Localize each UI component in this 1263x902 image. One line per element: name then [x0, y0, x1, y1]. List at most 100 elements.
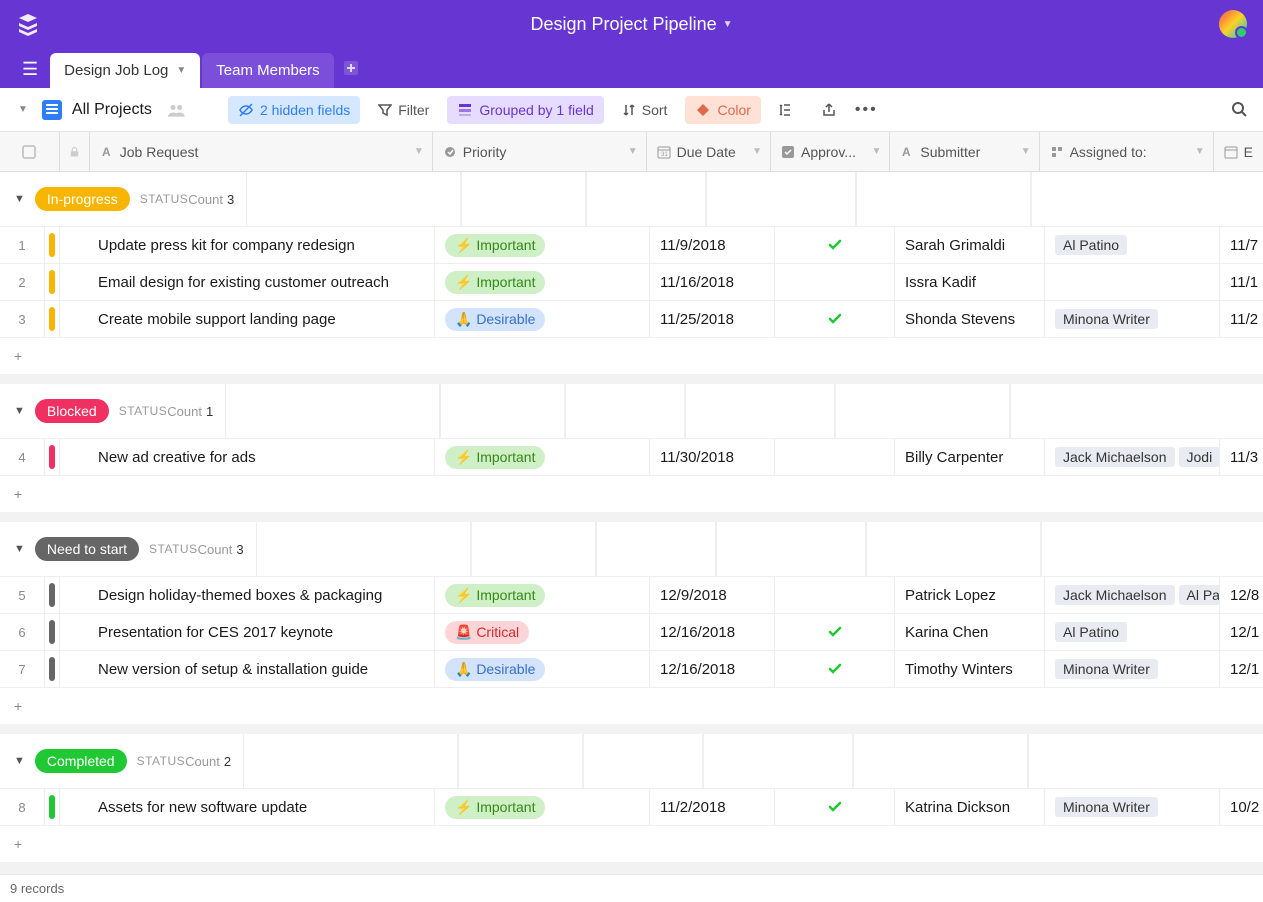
cell-priority[interactable]: 🚨 Critical — [435, 614, 650, 650]
table-row[interactable]: 1 Update press kit for company redesign … — [0, 227, 1263, 264]
assignee-chip[interactable]: Al Patino — [1055, 622, 1127, 642]
column-approved[interactable]: Approv... ▼ — [771, 132, 890, 171]
cell-priority[interactable]: 🙏 Desirable — [435, 651, 650, 687]
table-row[interactable]: 3 Create mobile support landing page 🙏 D… — [0, 301, 1263, 338]
add-row-button[interactable]: + — [0, 476, 1263, 512]
cell-assigned[interactable]: Jack Michaelson Jodi — [1045, 439, 1220, 475]
select-all-checkbox[interactable] — [0, 132, 60, 171]
menu-icon[interactable]: ☰ — [12, 51, 48, 88]
column-extra[interactable]: E — [1214, 132, 1263, 171]
group-header[interactable]: ▼ Completed STATUS Count2 — [0, 734, 1263, 789]
cell-priority[interactable]: 🙏 Desirable — [435, 301, 650, 337]
cell-approved[interactable] — [775, 789, 895, 825]
assignee-chip[interactable]: Minona Writer — [1055, 309, 1158, 329]
cell-priority[interactable]: ⚡ Important — [435, 789, 650, 825]
column-assigned-to[interactable]: Assigned to: ▼ — [1040, 132, 1214, 171]
cell-approved[interactable] — [775, 227, 895, 263]
add-row-button[interactable]: + — [0, 826, 1263, 862]
table-row[interactable]: 6 Presentation for CES 2017 keynote 🚨 Cr… — [0, 614, 1263, 651]
cell-submitter[interactable]: Katrina Dickson — [895, 789, 1045, 825]
cell-due-date[interactable]: 11/9/2018 — [650, 227, 775, 263]
row-height-button[interactable] — [771, 96, 803, 124]
search-icon[interactable] — [1231, 101, 1249, 119]
cell-assigned[interactable]: Al Patino — [1045, 614, 1220, 650]
assignee-chip[interactable]: Al Pa — [1179, 585, 1221, 605]
hidden-fields-button[interactable]: 2 hidden fields — [228, 96, 360, 124]
cell-assigned[interactable]: Minona Writer — [1045, 301, 1220, 337]
add-tab-button[interactable] — [336, 53, 366, 88]
cell-submitter[interactable]: Timothy Winters — [895, 651, 1045, 687]
cell-job-request[interactable]: New ad creative for ads — [60, 439, 435, 475]
table-row[interactable]: 5 Design holiday-themed boxes & packagin… — [0, 577, 1263, 614]
cell-due-date[interactable]: 12/9/2018 — [650, 577, 775, 613]
assignee-chip[interactable]: Jodi — [1179, 447, 1221, 467]
grouped-button[interactable]: Grouped by 1 field — [447, 96, 603, 124]
cell-submitter[interactable]: Issra Kadif — [895, 264, 1045, 300]
cell-due-date[interactable]: 11/30/2018 — [650, 439, 775, 475]
cell-approved[interactable] — [775, 614, 895, 650]
color-button[interactable]: Color — [685, 96, 760, 124]
table-row[interactable]: 4 New ad creative for ads ⚡ Important 11… — [0, 439, 1263, 476]
group-header[interactable]: ▼ Blocked STATUS Count1 — [0, 384, 1263, 439]
cell-extra[interactable]: 11/1 — [1220, 264, 1263, 300]
cell-job-request[interactable]: Email design for existing customer outre… — [60, 264, 435, 300]
cell-priority[interactable]: ⚡ Important — [435, 439, 650, 475]
cell-extra[interactable]: 11/2 — [1220, 301, 1263, 337]
collapse-icon[interactable]: ▼ — [14, 543, 25, 555]
cell-job-request[interactable]: New version of setup & installation guid… — [60, 651, 435, 687]
tab-team-members[interactable]: Team Members — [202, 53, 333, 88]
assignee-chip[interactable]: Minona Writer — [1055, 797, 1158, 817]
table-row[interactable]: 2 Email design for existing customer out… — [0, 264, 1263, 301]
column-priority[interactable]: Priority ▼ — [433, 132, 647, 171]
collapse-icon[interactable]: ▼ — [14, 193, 25, 205]
cell-approved[interactable] — [775, 301, 895, 337]
view-name[interactable]: All Projects — [72, 101, 152, 119]
cell-extra[interactable]: 12/1 — [1220, 651, 1263, 687]
cell-extra[interactable]: 12/8 — [1220, 577, 1263, 613]
cell-assigned[interactable]: Jack Michaelson Al Pa — [1045, 577, 1220, 613]
cell-job-request[interactable]: Presentation for CES 2017 keynote — [60, 614, 435, 650]
base-title[interactable]: Design Project Pipeline ▼ — [530, 14, 732, 35]
cell-job-request[interactable]: Assets for new software update — [60, 789, 435, 825]
cell-extra[interactable]: 11/7 — [1220, 227, 1263, 263]
cell-due-date[interactable]: 11/2/2018 — [650, 789, 775, 825]
collapse-icon[interactable]: ▼ — [14, 405, 25, 417]
cell-extra[interactable]: 11/3 — [1220, 439, 1263, 475]
cell-due-date[interactable]: 12/16/2018 — [650, 614, 775, 650]
cell-approved[interactable] — [775, 264, 895, 300]
app-logo-icon[interactable] — [16, 12, 40, 36]
cell-due-date[interactable]: 11/25/2018 — [650, 301, 775, 337]
table-row[interactable]: 7 New version of setup & installation gu… — [0, 651, 1263, 688]
cell-approved[interactable] — [775, 577, 895, 613]
cell-priority[interactable]: ⚡ Important — [435, 227, 650, 263]
column-submitter[interactable]: A Submitter ▼ — [890, 132, 1039, 171]
cell-extra[interactable]: 12/1 — [1220, 614, 1263, 650]
assignee-chip[interactable]: Al Patino — [1055, 235, 1127, 255]
assignee-chip[interactable]: Minona Writer — [1055, 659, 1158, 679]
view-switcher-caret[interactable]: ▼ — [14, 100, 32, 119]
cell-submitter[interactable]: Billy Carpenter — [895, 439, 1045, 475]
column-due-date[interactable]: 31 Due Date ▼ — [647, 132, 771, 171]
user-avatar[interactable] — [1219, 10, 1247, 38]
cell-assigned[interactable] — [1045, 264, 1220, 300]
column-job-request[interactable]: A Job Request ▼ — [90, 132, 433, 171]
assignee-chip[interactable]: Jack Michaelson — [1055, 585, 1175, 605]
share-button[interactable] — [813, 96, 845, 124]
add-row-button[interactable]: + — [0, 688, 1263, 724]
add-row-button[interactable]: + — [0, 338, 1263, 374]
cell-job-request[interactable]: Create mobile support landing page — [60, 301, 435, 337]
cell-priority[interactable]: ⚡ Important — [435, 577, 650, 613]
cell-submitter[interactable]: Shonda Stevens — [895, 301, 1045, 337]
collapse-icon[interactable]: ▼ — [14, 755, 25, 767]
cell-approved[interactable] — [775, 651, 895, 687]
cell-assigned[interactable]: Al Patino — [1045, 227, 1220, 263]
cell-approved[interactable] — [775, 439, 895, 475]
table-row[interactable]: 8 Assets for new software update ⚡ Impor… — [0, 789, 1263, 826]
grid-view-icon[interactable] — [42, 100, 62, 120]
assignee-chip[interactable]: Jack Michaelson — [1055, 447, 1175, 467]
cell-priority[interactable]: ⚡ Important — [435, 264, 650, 300]
tab-design-job-log[interactable]: Design Job Log ▼ — [50, 53, 200, 88]
cell-assigned[interactable]: Minona Writer — [1045, 651, 1220, 687]
more-options-button[interactable]: ••• — [855, 101, 878, 119]
cell-due-date[interactable]: 11/16/2018 — [650, 264, 775, 300]
